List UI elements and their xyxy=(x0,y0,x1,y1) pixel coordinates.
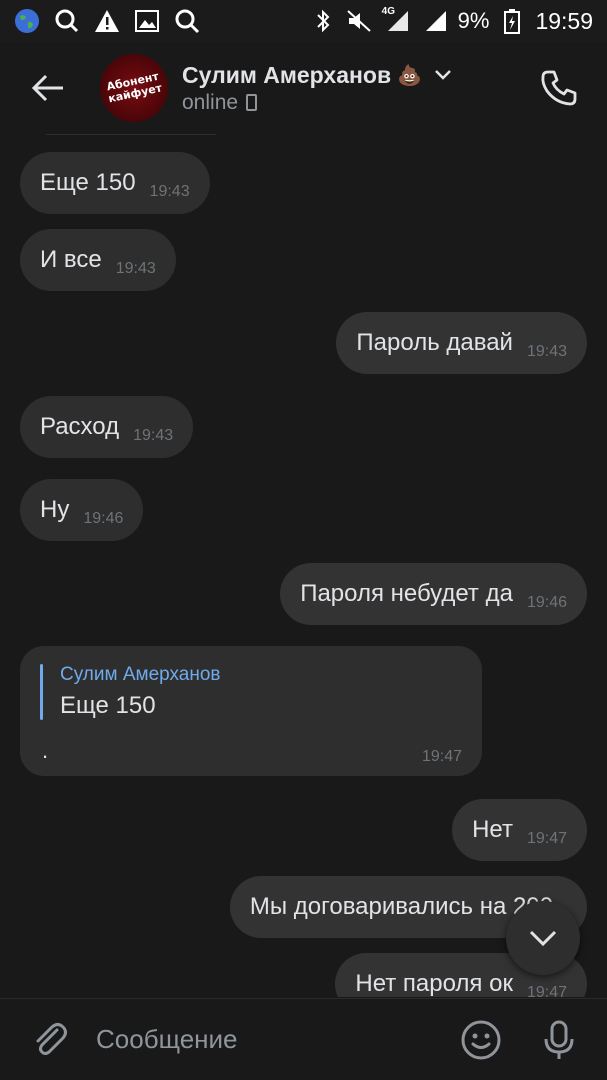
message-incoming[interactable]: Ну 19:46 xyxy=(20,479,144,541)
message-incoming[interactable]: И все 19:43 xyxy=(20,229,176,291)
message-time: 19:47 xyxy=(421,748,462,765)
reply-quote[interactable]: Еще 150 xyxy=(60,692,156,720)
avatar-text: Абонент кайфует xyxy=(105,69,164,106)
battery-icon xyxy=(499,8,525,34)
signal-4g-icon: 4G xyxy=(381,6,412,34)
message-incoming-reply[interactable]: Сулим Амерханов Еще 150 . 19:47 xyxy=(20,646,482,776)
status-bar: 4G 9% 19:59 xyxy=(0,0,607,42)
message-incoming[interactable]: Расход 19:43 xyxy=(20,396,194,458)
message-outgoing[interactable]: Нет 19:47 xyxy=(452,799,587,861)
emoji-button[interactable] xyxy=(457,1016,505,1064)
message-time: 19:46 xyxy=(526,594,567,611)
message-time: 19:46 xyxy=(83,510,124,527)
reply-bar xyxy=(40,664,43,720)
image-icon xyxy=(134,8,160,34)
globe-icon xyxy=(14,8,40,34)
message-time: 19:43 xyxy=(115,260,156,277)
message-time: 19:43 xyxy=(133,427,174,444)
contact-status: online xyxy=(182,90,239,114)
message-outgoing[interactable]: Пароль давай 19:43 xyxy=(336,312,587,374)
warning-icon xyxy=(94,8,120,34)
name-emoji: 💩 xyxy=(397,64,422,87)
paperclip-icon xyxy=(36,1022,67,1055)
message-list[interactable]: Еще 150 19:43 И все 19:43 Пароль давай 1… xyxy=(0,140,607,997)
mute-icon xyxy=(346,8,372,34)
avatar[interactable]: Абонент кайфует xyxy=(93,47,175,129)
message-text: . xyxy=(42,738,49,763)
back-button[interactable] xyxy=(18,58,78,118)
search-refresh-icon xyxy=(54,8,80,34)
message-time: 19:43 xyxy=(526,343,567,360)
signal-icon xyxy=(422,8,448,34)
message-text: Нет xyxy=(472,816,513,843)
message-text: Ну xyxy=(40,496,70,523)
message-text: Нет пароля ок xyxy=(355,970,513,997)
battery-percent: 9% xyxy=(457,8,490,33)
scroll-down-button[interactable] xyxy=(506,901,580,975)
message-text: И все xyxy=(40,246,102,273)
message-text: Пароль давай xyxy=(356,329,513,356)
chevron-down-icon xyxy=(435,70,451,80)
message-input[interactable] xyxy=(96,1015,431,1064)
smile-icon xyxy=(461,1020,501,1059)
network-label: 4G xyxy=(381,6,395,17)
message-text: Пароля небудет да xyxy=(300,580,513,607)
call-button[interactable] xyxy=(533,62,585,114)
message-text: Расход xyxy=(40,413,120,440)
voice-message-button[interactable] xyxy=(535,1016,583,1064)
bluetooth-icon xyxy=(310,8,336,34)
search-icon xyxy=(174,8,200,34)
microphone-icon xyxy=(544,1020,574,1059)
status-time: 19:59 xyxy=(535,7,593,34)
message-text: Мы договаривались на 200 xyxy=(249,893,553,920)
attach-button[interactable] xyxy=(26,1016,74,1064)
message-composer xyxy=(0,998,607,1080)
chevron-down-icon xyxy=(529,930,557,947)
header-divider xyxy=(46,134,216,135)
contact-name: Сулим Амерханов xyxy=(182,61,392,88)
message-time: 19:47 xyxy=(526,830,567,847)
mobile-device-icon xyxy=(246,94,258,111)
contact-info[interactable]: Сулим Амерханов 💩 online xyxy=(182,62,452,115)
message-time: 19:47 xyxy=(526,984,567,997)
chat-header: Абонент кайфует Сулим Амерханов 💩 online xyxy=(0,42,607,134)
message-time: 19:43 xyxy=(149,183,190,200)
reply-author[interactable]: Сулим Амерханов xyxy=(60,664,221,686)
message-incoming[interactable]: Еще 150 19:43 xyxy=(20,152,210,214)
arrow-left-icon xyxy=(31,74,63,102)
phone-icon xyxy=(541,70,577,106)
message-outgoing[interactable]: Пароля небудет да 19:46 xyxy=(280,563,587,625)
message-text: Еще 150 xyxy=(40,169,136,196)
